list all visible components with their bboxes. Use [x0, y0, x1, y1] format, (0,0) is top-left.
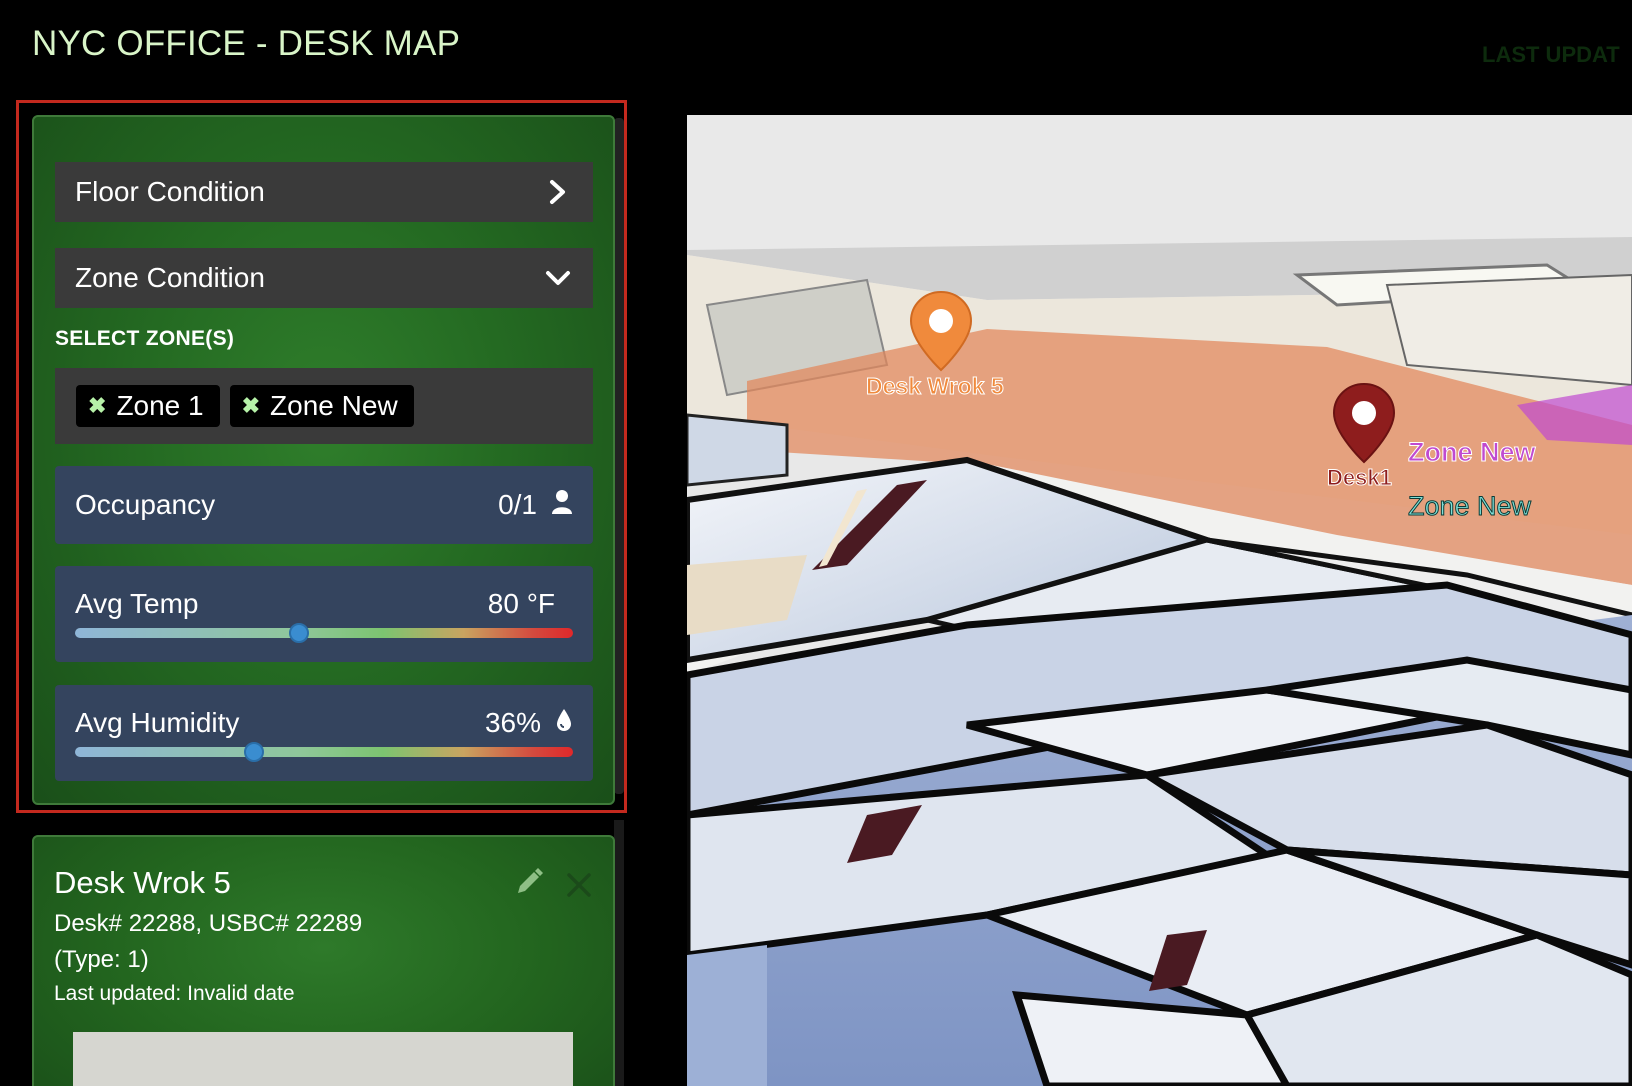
zone-multiselect[interactable]: ✖ Zone 1 ✖ Zone New [55, 368, 593, 444]
zone-chip-label: Zone 1 [116, 390, 204, 421]
zone-condition-accordion[interactable]: Zone Condition [55, 248, 593, 308]
zone-chip[interactable]: ✖ Zone New [229, 385, 414, 427]
occupancy-card: Occupancy 0/1 [55, 466, 593, 544]
avg-humidity-card: Avg Humidity 36% [55, 685, 593, 781]
user-icon [551, 489, 573, 522]
avg-temp-slider-thumb[interactable] [289, 623, 310, 643]
desk-map-page: NYC OFFICE - DESK MAP LAST UPDAT Floor C… [0, 0, 1632, 1086]
desk-ids: Desk# 22288, USBC# 22289 [54, 910, 363, 937]
desk-pin[interactable] [1332, 382, 1396, 464]
sidebar-scrollbar-track[interactable] [614, 820, 624, 1086]
remove-chip-icon[interactable]: ✖ [242, 395, 260, 417]
occupancy-label: Occupancy [75, 489, 216, 520]
avg-temp-slider[interactable] [75, 623, 573, 643]
zone-label: Zone New [1408, 437, 1537, 468]
avg-humidity-label: Avg Humidity [75, 707, 240, 738]
occupancy-value: 0/1 [498, 489, 537, 520]
zone-chip-label: Zone New [270, 390, 398, 421]
avg-temp-label: Avg Temp [75, 588, 199, 619]
wall [687, 945, 767, 1086]
floor-condition-label: Floor Condition [75, 176, 265, 207]
chevron-right-icon [543, 177, 573, 207]
condition-panel: Floor Condition Zone Condition SELECT ZO… [32, 115, 615, 805]
map-pin-icon [909, 290, 973, 372]
zone-label: Zone New [1407, 491, 1532, 522]
avg-temp-value: 80 °F [487, 588, 555, 619]
floor-map-canvas [687, 115, 1632, 1086]
desk-type: (Type: 1) [54, 946, 149, 973]
desk-pin-label: Desk1 [1327, 465, 1393, 491]
avg-humidity-slider-thumb[interactable] [244, 742, 265, 762]
avg-humidity-slider[interactable] [75, 742, 573, 762]
close-icon[interactable] [566, 872, 592, 898]
floor-map[interactable]: Desk Wrok 5 Desk1 Zone New Zone New [687, 115, 1632, 1086]
desk-pin[interactable] [909, 290, 973, 372]
wall [687, 413, 789, 487]
desk-title: Desk Wrok 5 [54, 865, 231, 900]
sidebar-scrollbar[interactable] [614, 118, 624, 794]
remove-chip-icon[interactable]: ✖ [88, 395, 106, 417]
map-pin-icon [1332, 382, 1396, 464]
chevron-down-icon [543, 263, 573, 293]
desk-last-updated: Last updated: Invalid date [54, 982, 295, 1005]
page-title: NYC OFFICE - DESK MAP [32, 24, 461, 63]
zone-chip[interactable]: ✖ Zone 1 [76, 385, 220, 427]
pencil-icon[interactable] [514, 867, 544, 897]
floor-condition-accordion[interactable]: Floor Condition [55, 162, 593, 222]
map-sky [687, 115, 1632, 255]
desk-image [73, 1032, 573, 1086]
zone-condition-label: Zone Condition [75, 262, 265, 293]
select-zones-label: SELECT ZONE(S) [55, 327, 235, 350]
water-drop-icon [555, 707, 573, 740]
avg-humidity-value: 36% [484, 707, 541, 738]
last-updated-header: LAST UPDAT [1482, 42, 1620, 67]
desk-detail-card: Desk Wrok 5 Desk# 22288, USBC# 22289 (Ty… [32, 835, 615, 1086]
avg-temp-card: Avg Temp 80 °F [55, 566, 593, 662]
desk-pin-label: Desk Wrok 5 [866, 373, 1005, 400]
